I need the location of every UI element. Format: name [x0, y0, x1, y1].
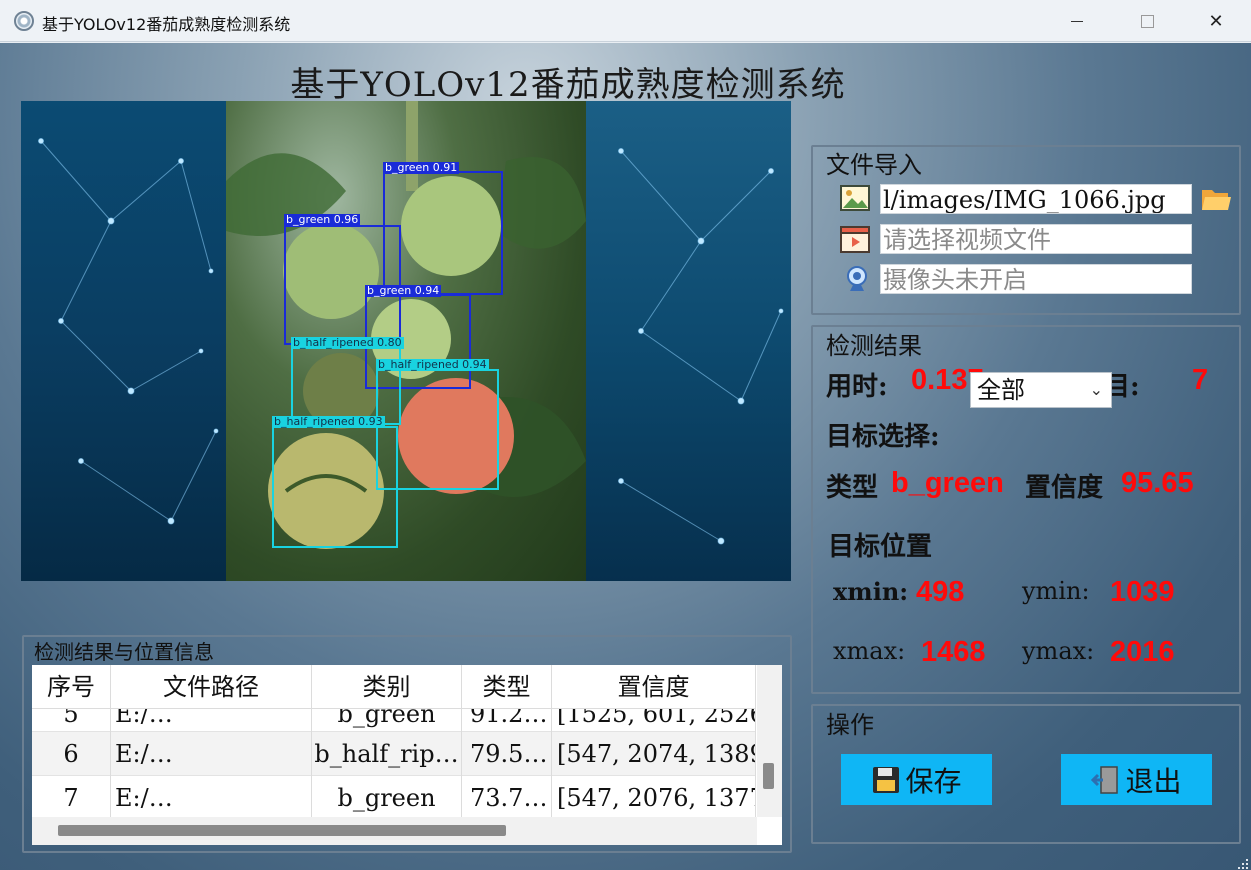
- confidence-label: 置信度: [1025, 473, 1104, 503]
- camera-icon[interactable]: [842, 265, 872, 293]
- table-row[interactable]: 5 E:/… b_green 91.2… [1525, 601, 2526, …: [32, 709, 756, 732]
- detection-label: b_half_ripened 0.93: [272, 415, 385, 428]
- table-cell: E:/…: [111, 776, 312, 820]
- column-header[interactable]: 类别: [312, 665, 462, 709]
- image-file-icon[interactable]: [840, 184, 870, 212]
- file-import-title: 文件导入: [826, 151, 922, 179]
- xmin-value: 498: [916, 576, 965, 608]
- camera-status-input[interactable]: 摄像头未开启: [880, 264, 1192, 294]
- vertical-scroll-thumb[interactable]: [763, 763, 774, 789]
- maximize-button[interactable]: [1112, 0, 1182, 42]
- table-cell: b_green: [312, 709, 462, 732]
- exit-door-icon: [1091, 765, 1119, 794]
- column-header[interactable]: 类型: [462, 665, 552, 709]
- type-label: 类型: [826, 473, 879, 503]
- image-path-input[interactable]: l/images/IMG_1066.jpg: [880, 184, 1192, 214]
- table-cell: [547, 2074, 1389, …: [552, 732, 756, 776]
- count-value: 7: [1192, 364, 1209, 396]
- detection-label: b_green 0.91: [383, 161, 460, 174]
- window-title: 基于YOLOv12番茄成熟度检测系统: [42, 15, 291, 34]
- detection-label: b_half_ripened 0.94: [376, 358, 489, 371]
- table-cell: [1525, 601, 2526, …: [552, 709, 756, 732]
- confidence-value: 95.65: [1121, 467, 1194, 499]
- ymax-value: 2016: [1110, 636, 1175, 668]
- table-row[interactable]: 7 E:/… b_green 73.7… [547, 2076, 1377, …: [32, 776, 756, 820]
- target-select[interactable]: 全部 ⌄: [970, 372, 1112, 408]
- close-button[interactable]: ✕: [1181, 0, 1251, 42]
- column-header[interactable]: 置信度: [552, 665, 756, 709]
- xmax-value: 1468: [921, 636, 986, 668]
- floppy-disk-icon: [873, 766, 900, 793]
- save-button[interactable]: 保存: [841, 754, 992, 805]
- detection-label: b_green 0.94: [365, 284, 442, 297]
- ymin-value: 1039: [1110, 576, 1175, 608]
- results-table: 序号 文件路径 类别 类型 置信度 5 E:/… b_green 91.2… […: [32, 665, 782, 845]
- xmax-label: xmax:: [833, 637, 906, 665]
- target-select-label: 目标选择:: [826, 422, 940, 452]
- time-label: 用时:: [826, 372, 888, 402]
- operations-title: 操作: [826, 711, 874, 739]
- maximize-icon: [1140, 14, 1154, 28]
- window-titlebar: 基于YOLOv12番茄成熟度检测系统 ✕: [0, 0, 1251, 42]
- horizontal-scrollbar[interactable]: [32, 817, 757, 845]
- chevron-down-icon: ⌄: [1089, 380, 1103, 399]
- vertical-scrollbar[interactable]: [757, 665, 782, 817]
- app-icon: [14, 11, 34, 31]
- detection-results-title: 检测结果: [826, 332, 922, 360]
- table-header: 序号 文件路径 类别 类型 置信度: [32, 665, 756, 709]
- table-cell: [547, 2076, 1377, …: [552, 776, 756, 820]
- column-header[interactable]: 序号: [32, 665, 111, 709]
- ymax-label: ymax:: [1022, 637, 1095, 665]
- minimize-icon: [1071, 20, 1083, 22]
- detection-label: b_green 0.96: [284, 213, 361, 226]
- close-icon: ✕: [1208, 10, 1224, 32]
- detection-box: [272, 426, 398, 548]
- type-value: b_green: [891, 467, 1004, 499]
- save-button-label: 保存: [905, 764, 962, 798]
- folder-open-icon[interactable]: [1200, 184, 1232, 214]
- detection-label: b_half_ripened 0.80: [291, 336, 404, 349]
- column-header[interactable]: 文件路径: [111, 665, 312, 709]
- table-cell: 6: [32, 732, 111, 776]
- video-file-icon[interactable]: [840, 225, 870, 253]
- detection-box: [383, 171, 503, 295]
- table-row[interactable]: 6 E:/… b_half_rip… 79.5… [547, 2074, 138…: [32, 732, 756, 776]
- minimize-button[interactable]: [1042, 0, 1112, 42]
- table-cell: E:/…: [111, 732, 312, 776]
- page-title: 基于YOLOv12番茄成熟度检测系统: [290, 65, 846, 105]
- table-cell: E:/…: [111, 709, 312, 732]
- exit-button[interactable]: 退出: [1061, 754, 1212, 805]
- ymin-label: ymin:: [1022, 577, 1090, 605]
- table-cell: 91.2…: [462, 709, 552, 732]
- resize-grip-icon[interactable]: [1238, 857, 1250, 869]
- image-display: b_green 0.91 b_green 0.96 b_green 0.94 b…: [21, 101, 791, 581]
- table-cell: b_green: [312, 776, 462, 820]
- video-path-input[interactable]: 请选择视频文件: [880, 224, 1192, 254]
- xmin-label: xmin:: [833, 577, 909, 606]
- results-table-title: 检测结果与位置信息: [34, 640, 214, 664]
- table-cell: 7: [32, 776, 111, 820]
- exit-button-label: 退出: [1125, 764, 1182, 798]
- table-cell: 5: [32, 709, 111, 732]
- horizontal-scroll-thumb[interactable]: [58, 825, 506, 836]
- table-cell: b_half_rip…: [312, 732, 462, 776]
- table-cell: 73.7…: [462, 776, 552, 820]
- target-select-value: 全部: [977, 376, 1025, 404]
- target-position-title: 目标位置: [828, 532, 933, 562]
- detection-image: b_green 0.91 b_green 0.96 b_green 0.94 b…: [226, 101, 586, 581]
- table-cell: 79.5…: [462, 732, 552, 776]
